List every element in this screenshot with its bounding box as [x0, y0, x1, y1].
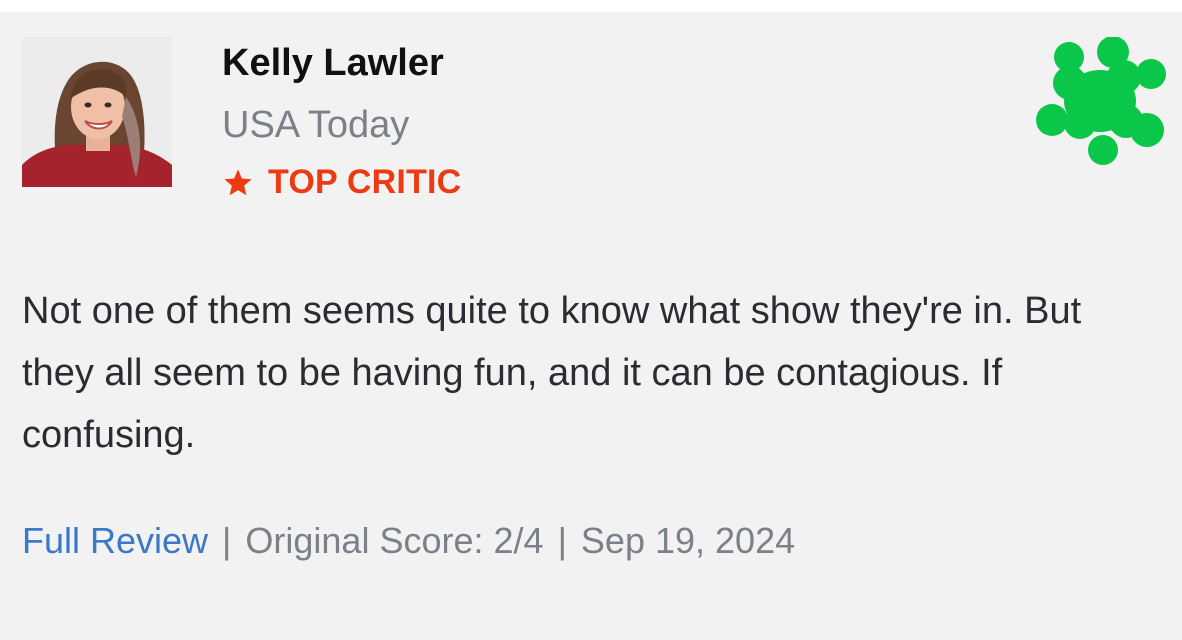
review-date: Sep 19, 2024: [580, 520, 796, 561]
meta-separator: |: [222, 520, 232, 561]
review-card: Kelly Lawler USA Today TOP CRITIC Not on…: [0, 12, 1182, 640]
fresh-splat-icon: [1036, 37, 1166, 165]
top-critic-badge: TOP CRITIC: [222, 163, 461, 202]
review-meta: Full Review | Original Score: 2/4 | Sep 19, …: [22, 520, 795, 562]
publication-name[interactable]: USA Today: [222, 104, 409, 147]
critic-avatar[interactable]: [22, 37, 172, 187]
review-quote: Not one of them seems quite to know what…: [22, 290, 1082, 456]
top-critic-label: TOP CRITIC: [268, 163, 462, 201]
avatar-photo: [22, 37, 172, 187]
critic-name[interactable]: Kelly Lawler: [222, 42, 444, 85]
star-icon: [224, 168, 252, 195]
original-score: Original Score: 2/4: [245, 520, 544, 561]
full-review-link[interactable]: Full Review: [22, 520, 208, 561]
meta-separator: |: [557, 520, 567, 561]
